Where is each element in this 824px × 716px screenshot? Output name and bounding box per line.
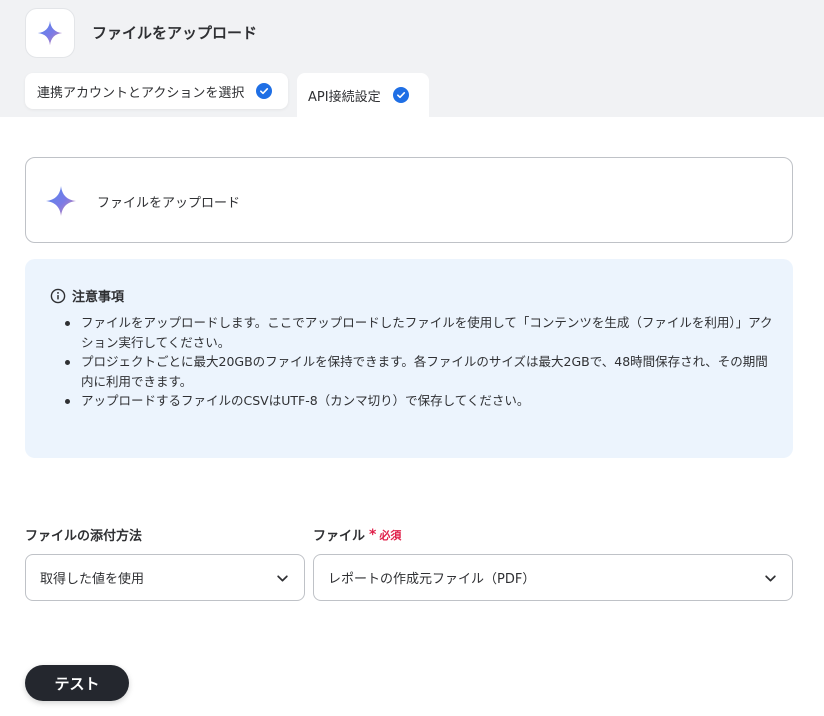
attach-method-label: ファイルの添付方法 <box>25 525 142 544</box>
page-title: ファイルをアップロード <box>92 24 258 42</box>
notice-header: 注意事項 <box>50 286 124 305</box>
notice-box: 注意事項 ファイルをアップロードします。ここでアップロードしたファイルを使用して… <box>25 259 793 458</box>
action-card: ファイルをアップロード <box>25 157 793 243</box>
check-circle-icon <box>392 87 409 103</box>
check-circle-icon <box>256 83 273 99</box>
notice-item: アップロードするファイルのCSVはUTF-8（カンマ切り）で保存してください。 <box>62 391 774 411</box>
required-asterisk: * <box>369 526 377 543</box>
attach-method-value: 取得した値を使用 <box>40 572 145 587</box>
step-tab-select-account-action[interactable]: 連携アカウントとアクションを選択 <box>25 73 288 109</box>
file-label-text: ファイル <box>313 529 366 544</box>
required-text: 必須 <box>379 528 402 542</box>
sparkle-icon <box>37 20 63 46</box>
chevron-down-icon <box>765 575 776 582</box>
action-card-label: ファイルをアップロード <box>97 196 241 211</box>
chevron-down-icon <box>277 575 288 582</box>
info-icon <box>50 288 66 303</box>
attach-method-label-text: ファイルの添付方法 <box>25 529 143 544</box>
step-tab-api-settings[interactable]: API接続設定 <box>297 73 429 117</box>
file-value: レポートの作成元ファイル（PDF） <box>328 572 536 587</box>
attach-method-select[interactable]: 取得した値を使用 <box>25 554 305 601</box>
notice-title: 注意事項 <box>72 290 125 305</box>
file-field-label: ファイル * 必須 <box>313 525 402 545</box>
app-icon <box>25 8 75 58</box>
notice-item: プロジェクトごとに最大20GBのファイルを保持できます。各ファイルのサイズは最大… <box>62 352 774 391</box>
sparkle-icon <box>46 186 76 216</box>
notice-list: ファイルをアップロードします。ここでアップロードしたファイルを使用して「コンテン… <box>62 313 774 411</box>
notice-item: ファイルをアップロードします。ここでアップロードしたファイルを使用して「コンテン… <box>62 313 774 352</box>
file-select[interactable]: レポートの作成元ファイル（PDF） <box>313 554 793 601</box>
top-header-area: ファイルをアップロード 連携アカウントとアクションを選択 API接続設定 <box>0 0 824 117</box>
test-button[interactable]: テスト <box>25 665 129 701</box>
step-tab-label: API接続設定 <box>308 89 381 105</box>
step-tab-label: 連携アカウントとアクションを選択 <box>37 85 245 101</box>
